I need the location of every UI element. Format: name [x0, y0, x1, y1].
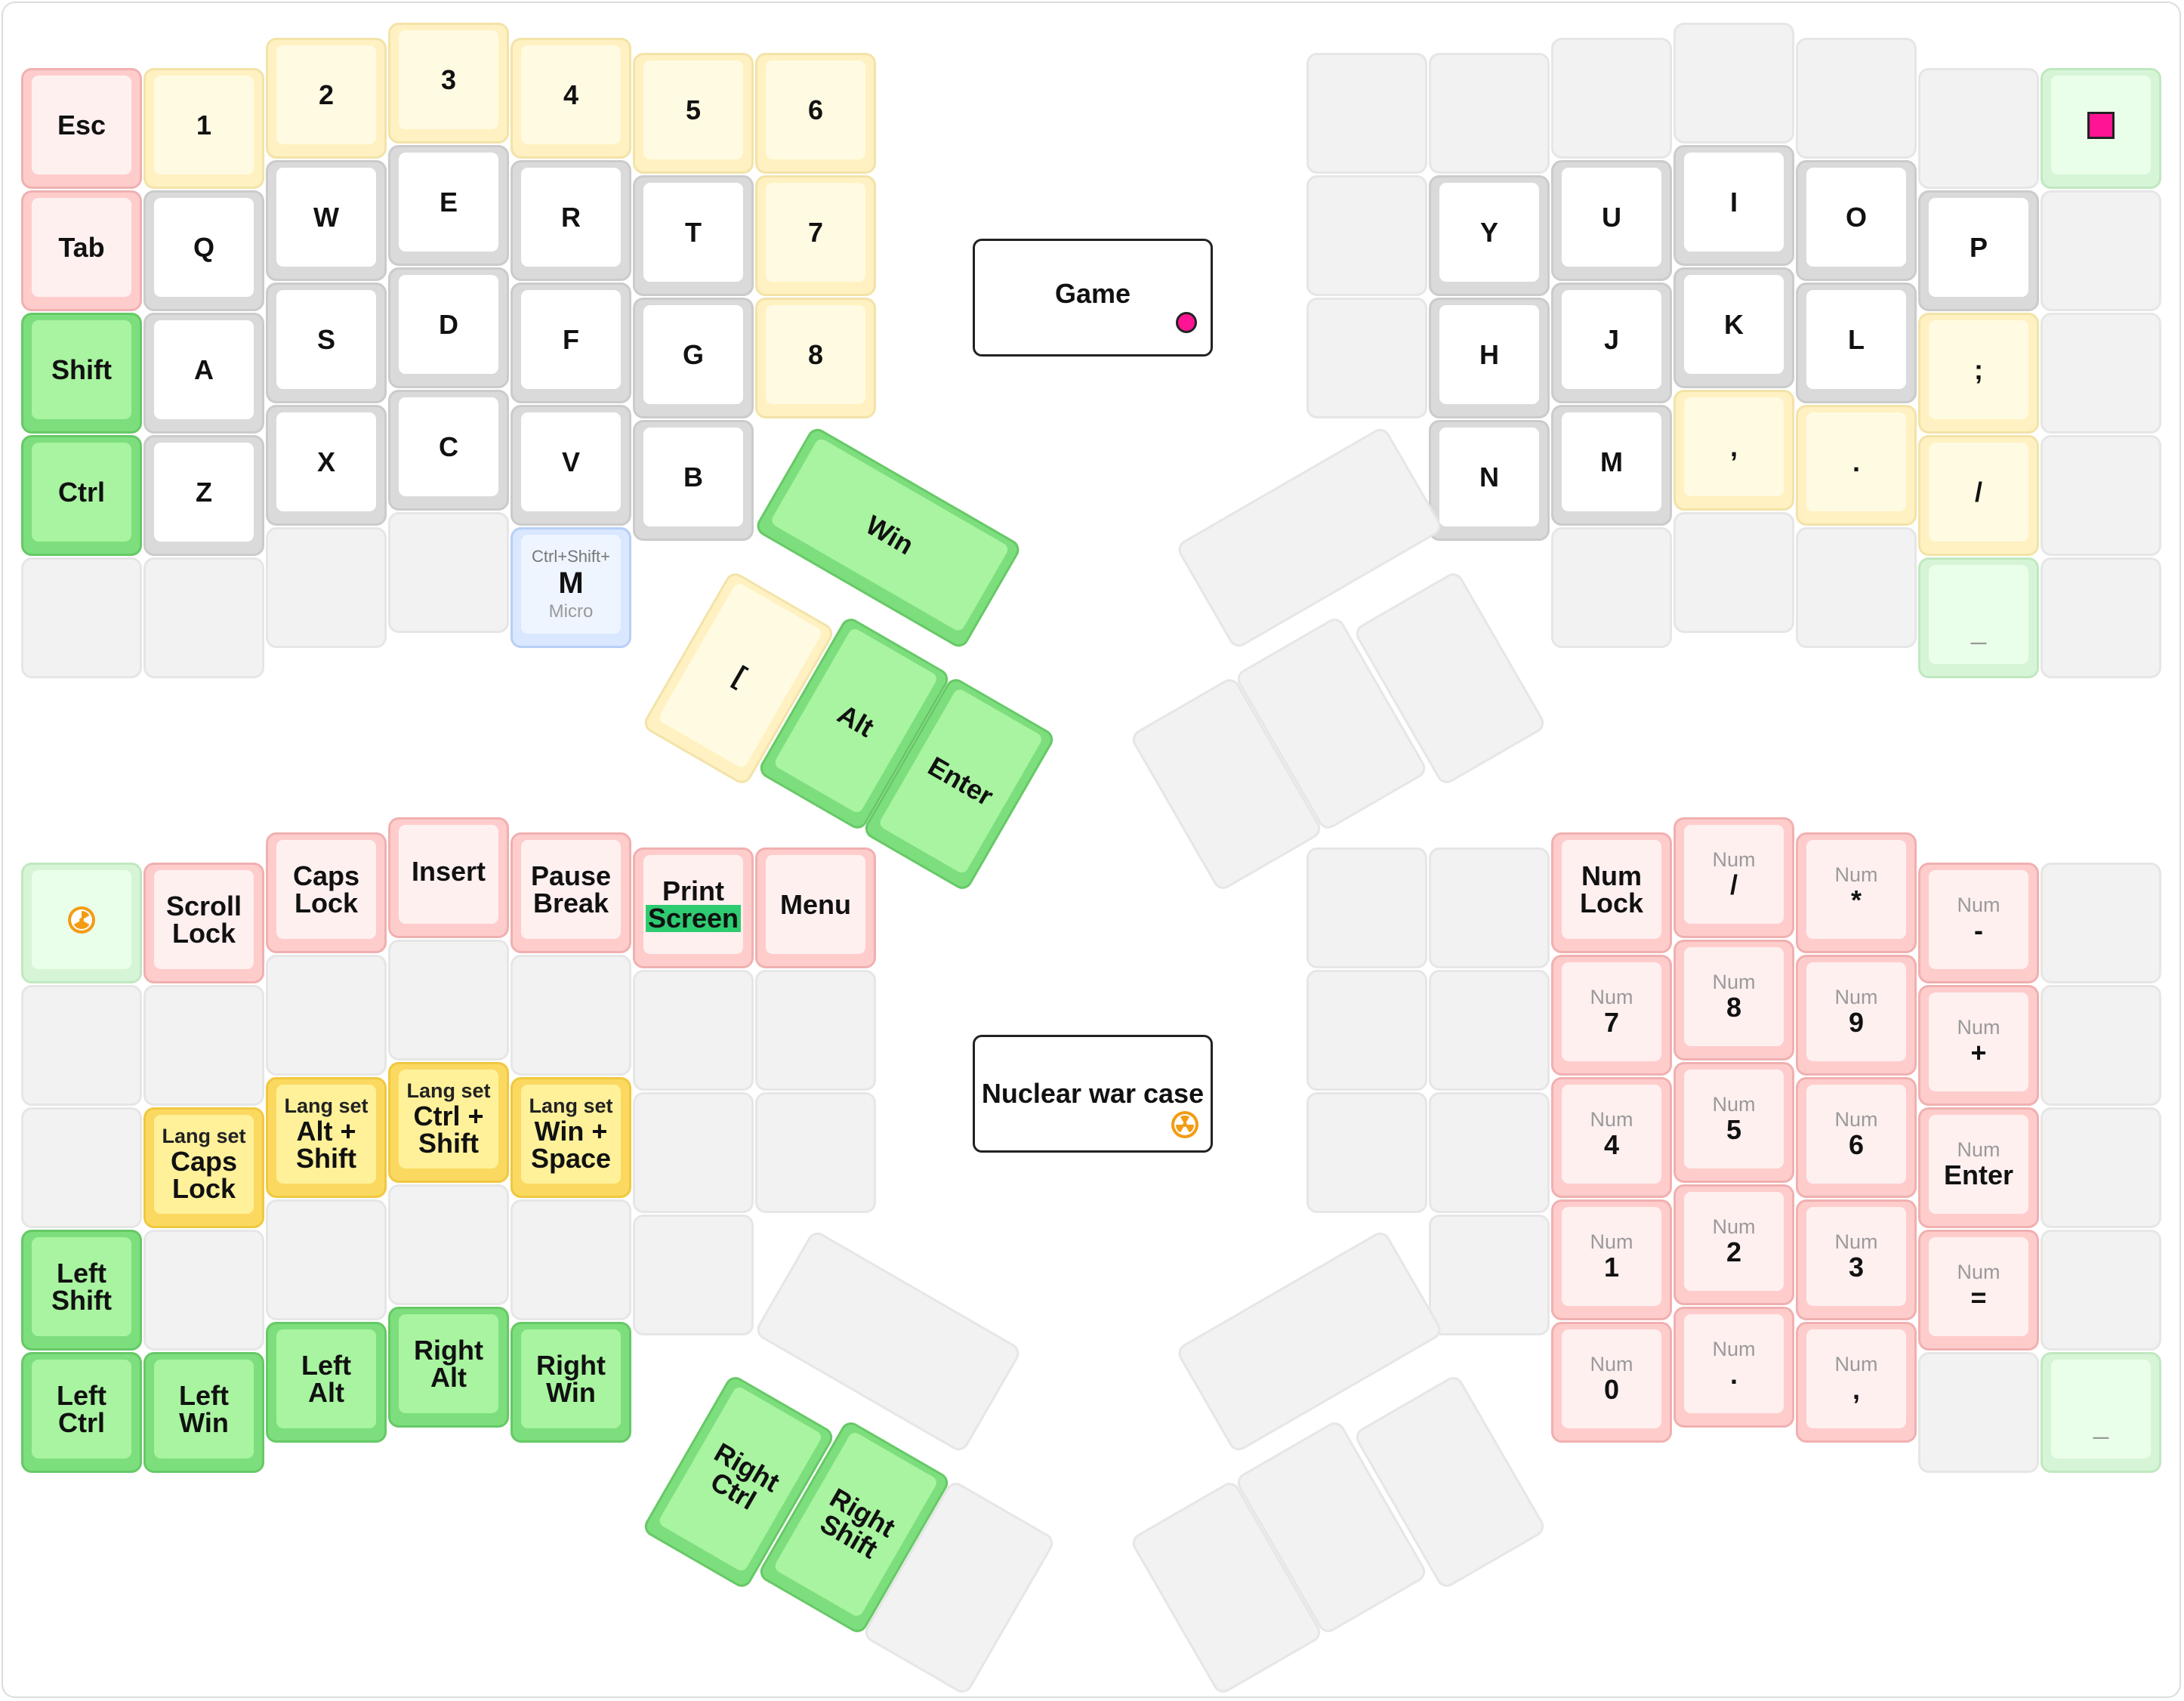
key-num-5-cap: Num 5 — [1684, 1070, 1784, 1168]
key-num-6-cap: Num 6 — [1806, 1085, 1906, 1184]
num-prefix: Num — [1957, 1138, 2000, 1161]
num-prefix: Num — [1957, 894, 2000, 916]
key-empty — [2041, 1107, 2161, 1228]
key-label: 4 — [1603, 1129, 1620, 1160]
bottom-right-half: Num Lock Num 7 Num 4 Num 1 Num 0 Num / Num 8 N… — [0, 0, 2184, 1701]
key-num-5: Num 5 — [1673, 1062, 1794, 1183]
key-label: 0 — [1603, 1374, 1620, 1405]
key-num-minus-cap: Num - — [1929, 870, 2028, 969]
key-num-minus: Num - — [1918, 863, 2039, 983]
key-num-3-cap: Num 3 — [1806, 1207, 1906, 1306]
key-label: Enter — [1943, 1159, 2014, 1190]
key-empty — [1429, 847, 1550, 968]
key-label: = — [1970, 1282, 1987, 1313]
key-label: 5 — [1726, 1114, 1742, 1145]
key-num-6: Num 6 — [1796, 1077, 1917, 1198]
key-empty — [1306, 970, 1427, 1091]
key-num-enter: Num Enter — [1918, 1107, 2039, 1228]
num-prefix: Num — [1834, 1230, 1878, 1253]
key-num-9-cap: Num 9 — [1806, 962, 1906, 1061]
num-prefix: Num — [1834, 863, 1878, 886]
key-num-0-cap: Num 0 — [1562, 1329, 1661, 1428]
num-prefix: Num — [1834, 986, 1878, 1008]
key-num-4-cap: Num 4 — [1562, 1085, 1661, 1184]
key-num-8-cap: Num 8 — [1684, 947, 1784, 1046]
key-num-dot: Num. — [1673, 1307, 1794, 1428]
num-prefix: Num — [1712, 1215, 1756, 1238]
key-empty — [2041, 1230, 2161, 1351]
num-prefix: Num — [1590, 1230, 1633, 1253]
key-underscore-bottom-cap: _ — [2051, 1360, 2151, 1459]
key-num-4: Num 4 — [1551, 1077, 1672, 1198]
key-empty — [1429, 1215, 1550, 1335]
key-num-star: Num * — [1796, 832, 1917, 953]
keyboard-layout-diagram: Esc Tab Shift Ctrl 1 Q A Z 2 W S X 3 E D… — [0, 0, 2184, 1701]
key-num-2-cap: Num 2 — [1684, 1192, 1784, 1291]
num-prefix: Num — [1834, 1108, 1878, 1131]
key-num-7: Num 7 — [1551, 955, 1672, 1076]
key-num-plus: Num + — [1918, 985, 2039, 1106]
key-underscore-bottom: _ — [2041, 1352, 2161, 1473]
num-prefix: Num — [1712, 1093, 1756, 1116]
key-num-1: Num 1 — [1551, 1199, 1672, 1320]
key-label: + — [1970, 1037, 1987, 1068]
key-num-enter-cap: Num Enter — [1929, 1115, 2028, 1214]
key-empty — [1306, 847, 1427, 968]
key-label: . — [1729, 1359, 1738, 1390]
key-num-lock: Num Lock — [1551, 832, 1672, 953]
key-empty — [2041, 985, 2161, 1106]
key-num-9: Num 9 — [1796, 955, 1917, 1076]
num-prefix: Num — [1590, 1353, 1633, 1375]
key-num-star-cap: Num * — [1806, 840, 1906, 939]
key-label: 6 — [1848, 1129, 1865, 1160]
key-num-comma-cap: Num, — [1806, 1329, 1906, 1428]
num-prefix: Num — [1712, 971, 1756, 993]
key-num-slash-cap: Num / — [1684, 825, 1784, 924]
key-empty — [1429, 1092, 1550, 1213]
key-num-7-cap: Num 7 — [1562, 962, 1661, 1061]
key-num-0: Num 0 — [1551, 1322, 1672, 1443]
num-prefix: Num — [1712, 848, 1756, 871]
key-label: 9 — [1848, 1007, 1865, 1038]
key-num-equal: Num = — [1918, 1230, 2039, 1351]
key-label: 2 — [1726, 1236, 1742, 1267]
num-prefix: Num — [1957, 1261, 2000, 1283]
num-prefix: Num — [1834, 1353, 1878, 1375]
key-num-dot-cap: Num. — [1684, 1314, 1784, 1413]
key-empty — [2041, 863, 2161, 983]
key-label: 3 — [1848, 1252, 1865, 1283]
key-num-plus-cap: Num + — [1929, 993, 2028, 1091]
key-label: _ — [2093, 1408, 2109, 1440]
key-empty — [1306, 1092, 1427, 1213]
key-num-2: Num 2 — [1673, 1184, 1794, 1305]
key-num-comma: Num, — [1796, 1322, 1917, 1443]
key-label: 8 — [1726, 992, 1742, 1023]
key-label: 7 — [1603, 1007, 1620, 1038]
num-prefix: Num — [1957, 1016, 2000, 1039]
key-empty — [1918, 1352, 2039, 1473]
key-label: , — [1852, 1374, 1860, 1405]
key-num-8: Num 8 — [1673, 940, 1794, 1060]
num-prefix: Num — [1590, 986, 1633, 1008]
key-label: 1 — [1603, 1252, 1620, 1283]
key-label: Num Lock — [1562, 840, 1661, 939]
key-empty — [1429, 970, 1550, 1091]
key-label: * — [1850, 884, 1862, 915]
num-prefix: Num — [1590, 1108, 1633, 1131]
key-num-slash: Num / — [1673, 817, 1794, 938]
key-num-3: Num 3 — [1796, 1199, 1917, 1320]
key-num-equal-cap: Num = — [1929, 1237, 2028, 1336]
num-prefix: Num — [1712, 1338, 1756, 1360]
key-num-1-cap: Num 1 — [1562, 1207, 1661, 1306]
key-label: - — [1974, 915, 1983, 946]
key-label: / — [1729, 869, 1738, 900]
